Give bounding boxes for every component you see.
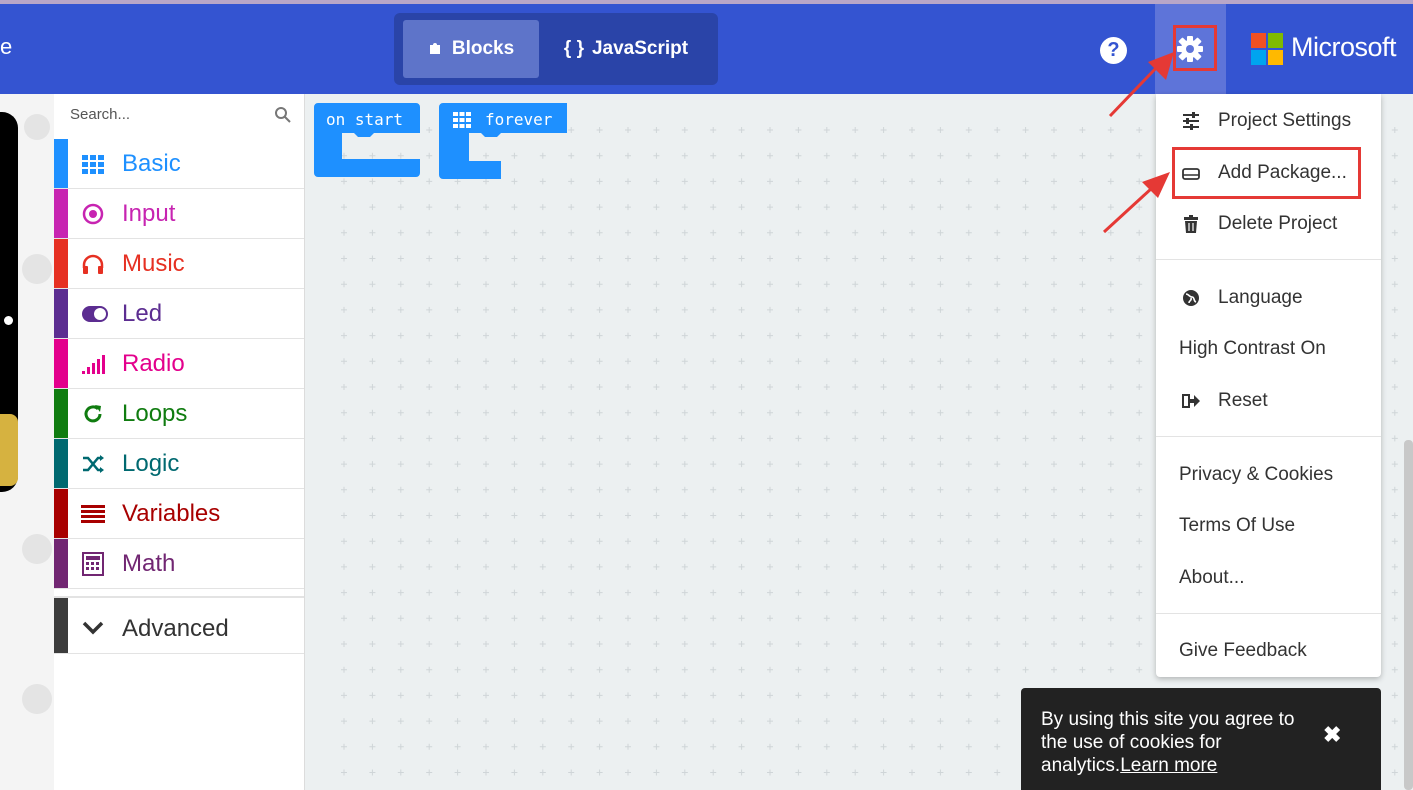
shuffle-icon: [83, 455, 104, 473]
category-label: Loops: [122, 400, 188, 427]
menu-divider: [1156, 613, 1381, 614]
menu-item-language[interactable]: Language: [1156, 278, 1381, 318]
menu-item-label: High Contrast On: [1179, 338, 1326, 359]
lines-icon: [81, 505, 105, 523]
top-header: e Blocks { } JavaScript ? Microsoft: [0, 4, 1413, 94]
category-radio[interactable]: Radio: [54, 339, 304, 389]
settings-menu: Project Settings Add Package... Delete P…: [1156, 94, 1381, 677]
brand-fragment[interactable]: e: [0, 34, 12, 60]
category-label: Logic: [122, 450, 180, 477]
puzzle-icon: [429, 43, 440, 54]
microsoft-logo-icon: [1251, 33, 1283, 65]
close-icon[interactable]: ✖: [1323, 722, 1341, 748]
category-label: Math: [122, 550, 176, 577]
category-math[interactable]: Math: [54, 539, 304, 589]
decoration: [22, 684, 52, 714]
menu-item-label: Delete Project: [1218, 213, 1338, 234]
search-input[interactable]: Search...: [70, 106, 130, 123]
on-start-block[interactable]: on start: [314, 103, 420, 177]
menu-item-label: Language: [1218, 287, 1303, 308]
annotation-arrow-settings: [1108, 52, 1174, 118]
menu-divider: [1156, 436, 1381, 437]
target-icon: [82, 203, 104, 225]
menu-item-delete-project[interactable]: Delete Project: [1156, 204, 1381, 244]
menu-item-privacy[interactable]: Privacy & Cookies: [1156, 455, 1381, 495]
menu-item-label: Project Settings: [1218, 110, 1352, 131]
simulator-panel: [0, 94, 54, 790]
decoration: [22, 254, 52, 284]
globe-icon: [1183, 290, 1199, 306]
workspace-scrollbar[interactable]: [1404, 440, 1413, 790]
annotation-arrow-add-package: [1102, 172, 1170, 234]
toolbox: Search... Basic Input Music Led Radio Lo…: [54, 94, 305, 790]
menu-item-give-feedback[interactable]: Give Feedback: [1156, 631, 1381, 671]
editor-toggle: Blocks { } JavaScript: [394, 13, 718, 85]
category-label: Basic: [122, 150, 181, 177]
category-loops[interactable]: Loops: [54, 389, 304, 439]
add-package-highlight-box: [1172, 147, 1361, 199]
cookie-banner: By using this site you agree to the use …: [1021, 688, 1381, 790]
menu-item-project-settings[interactable]: Project Settings: [1156, 101, 1381, 141]
menu-item-label: About...: [1179, 567, 1245, 588]
signal-icon: [82, 355, 105, 374]
decoration: [22, 534, 52, 564]
microsoft-label[interactable]: Microsoft: [1291, 32, 1397, 63]
cookie-banner-text: By using this site you agree to the use …: [1041, 708, 1301, 777]
advanced-label: Advanced: [122, 615, 229, 642]
device-led: [4, 316, 13, 325]
menu-divider: [1156, 259, 1381, 260]
device-pin: [0, 414, 18, 486]
category-advanced[interactable]: Advanced: [54, 596, 304, 654]
blocks-tab[interactable]: Blocks: [403, 20, 539, 78]
decoration: [24, 114, 50, 140]
trash-icon: [1184, 215, 1198, 233]
grid-icon: [453, 112, 471, 128]
category-input[interactable]: Input: [54, 189, 304, 239]
menu-item-label: Privacy & Cookies: [1179, 464, 1334, 485]
on-start-label: on start: [326, 110, 404, 129]
learn-more-link[interactable]: Learn more: [1120, 755, 1217, 776]
category-label: Radio: [122, 350, 185, 377]
category-label: Variables: [122, 500, 221, 527]
menu-item-reset[interactable]: Reset: [1156, 381, 1381, 421]
javascript-tab-label: JavaScript: [591, 38, 689, 59]
forever-label: forever: [485, 110, 553, 129]
category-label: Music: [122, 250, 185, 277]
calculator-icon: [82, 552, 104, 576]
category-label: Input: [122, 200, 176, 227]
search-icon[interactable]: [274, 106, 292, 124]
menu-item-label: Reset: [1218, 390, 1268, 411]
blocks-tab-label: Blocks: [451, 38, 515, 59]
headphones-icon: [82, 254, 104, 274]
menu-item-label: Give Feedback: [1179, 640, 1307, 661]
sign-out-icon: [1182, 394, 1200, 408]
menu-item-label: Terms Of Use: [1179, 515, 1296, 536]
toggle-icon: [82, 306, 108, 322]
category-led[interactable]: Led: [54, 289, 304, 339]
menu-item-high-contrast[interactable]: High Contrast On: [1156, 329, 1381, 369]
category-logic[interactable]: Logic: [54, 439, 304, 489]
category-basic[interactable]: Basic: [54, 139, 304, 189]
forever-block[interactable]: forever: [439, 103, 567, 179]
grid-icon: [82, 155, 104, 174]
javascript-tab[interactable]: { } JavaScript: [544, 20, 708, 78]
sliders-icon: [1183, 112, 1199, 130]
menu-item-about[interactable]: About...: [1156, 558, 1381, 598]
menu-item-terms[interactable]: Terms Of Use: [1156, 506, 1381, 546]
braces-icon: { }: [563, 38, 584, 59]
category-music[interactable]: Music: [54, 239, 304, 289]
chevron-down-icon: [82, 621, 104, 635]
category-variables[interactable]: Variables: [54, 489, 304, 539]
category-label: Led: [122, 300, 163, 327]
refresh-icon: [84, 405, 102, 423]
